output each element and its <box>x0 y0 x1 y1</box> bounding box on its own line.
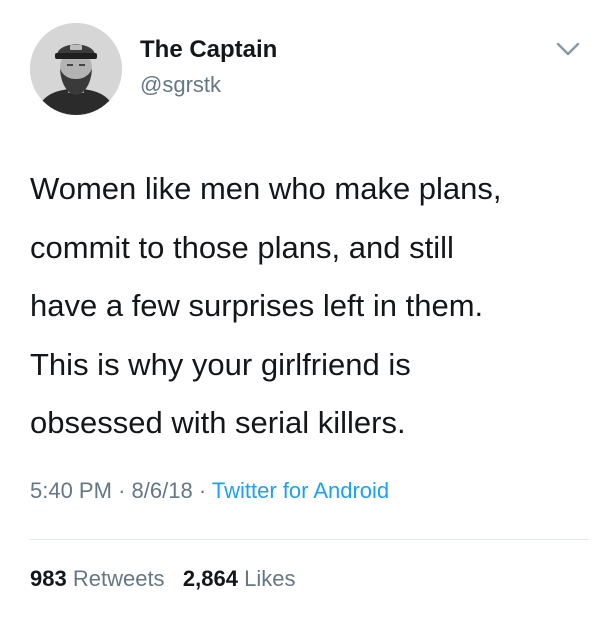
tweet-menu-button[interactable] <box>555 40 581 58</box>
profile-photo-icon <box>30 23 122 115</box>
meta-separator: · <box>118 478 126 503</box>
author-display-name[interactable]: The Captain <box>140 36 277 64</box>
author-handle[interactable]: @sgrstk <box>140 72 221 98</box>
tweet-stats: 983 Retweets 2,864 Likes <box>30 566 295 592</box>
likes-stat[interactable]: 2,864 Likes <box>183 566 296 591</box>
tweet-card: The Captain @sgrstk Women like men who m… <box>0 0 610 623</box>
tweet-date[interactable]: 8/6/18 <box>132 478 193 503</box>
divider <box>30 539 588 540</box>
retweets-count: 983 <box>30 566 67 591</box>
chevron-down-icon <box>556 42 580 56</box>
author-avatar[interactable] <box>30 23 122 115</box>
tweet-text: Women like men who make plans, commit to… <box>30 171 502 440</box>
likes-label: Likes <box>244 566 296 591</box>
tweet-metadata: 5:40 PM · 8/6/18 · Twitter for Android <box>30 478 389 504</box>
retweets-stat[interactable]: 983 Retweets <box>30 566 165 591</box>
tweet-source-link[interactable]: Twitter for Android <box>212 478 389 503</box>
retweets-label: Retweets <box>72 566 165 591</box>
meta-separator: · <box>198 478 207 503</box>
tweet-time[interactable]: 5:40 PM <box>30 478 112 503</box>
likes-count: 2,864 <box>182 566 238 591</box>
